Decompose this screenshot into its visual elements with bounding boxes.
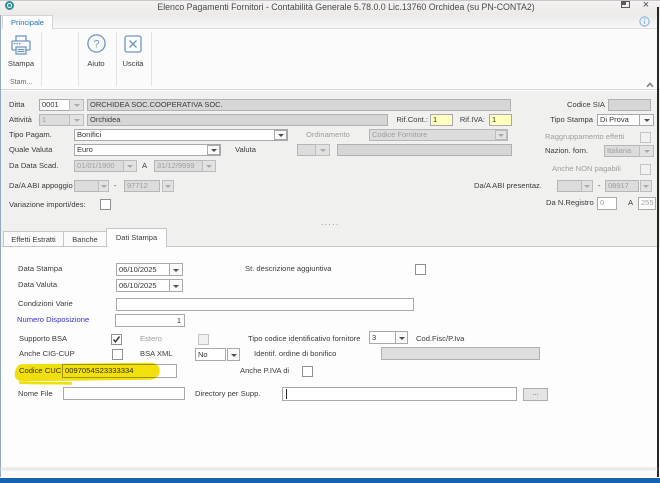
svg-text:?: ? bbox=[93, 39, 99, 51]
